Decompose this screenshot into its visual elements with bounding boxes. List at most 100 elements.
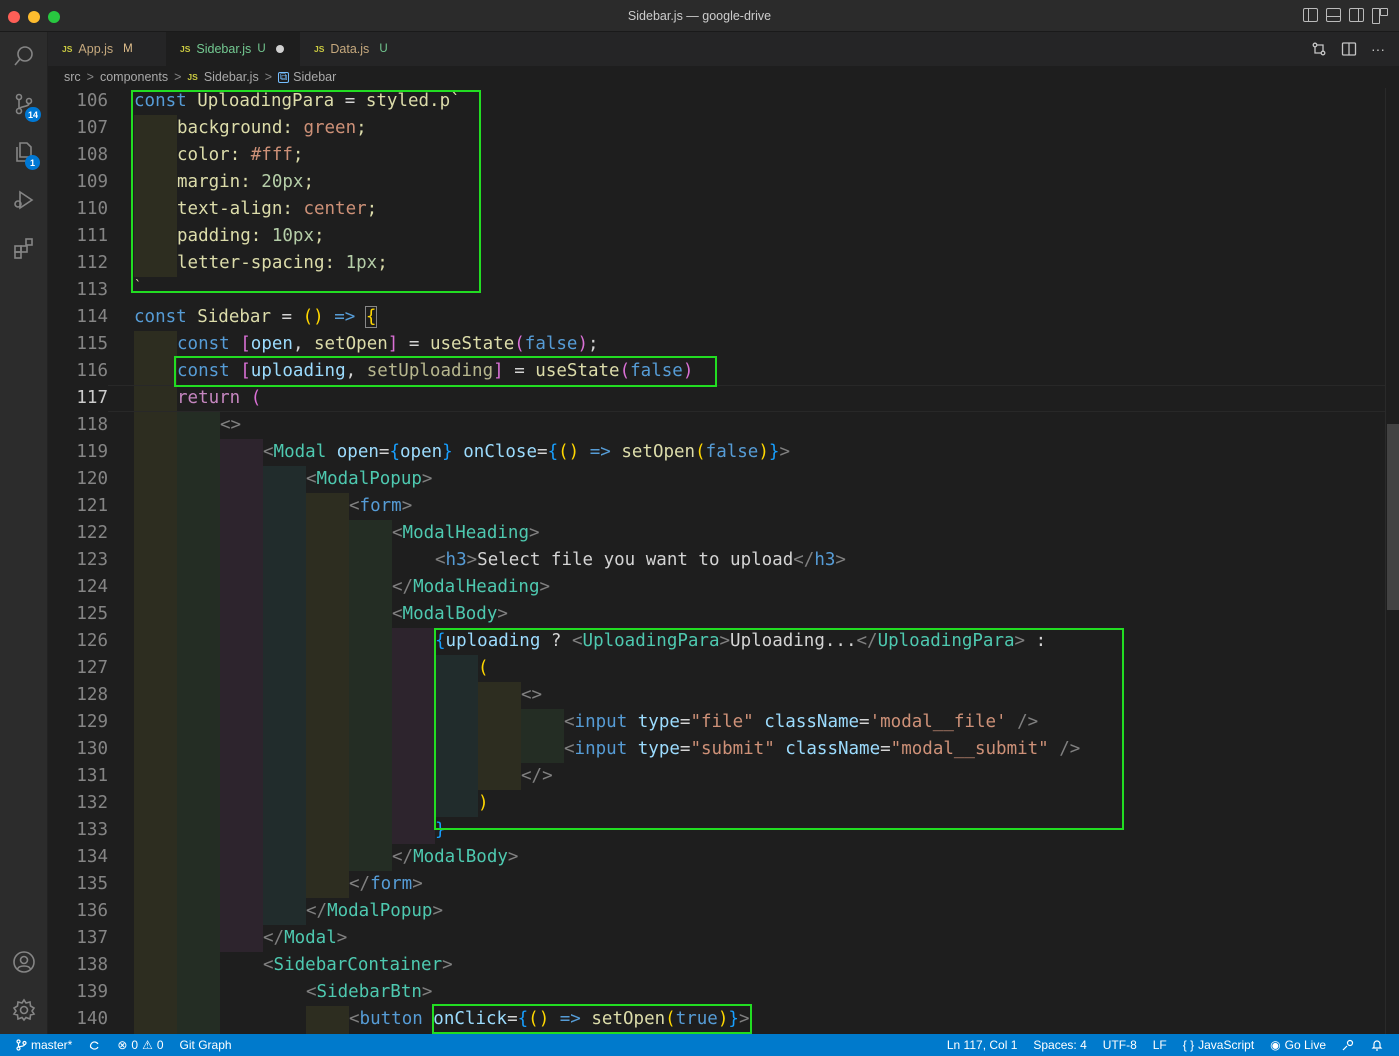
feedback-icon[interactable] <box>1334 1039 1363 1051</box>
toggle-primary-sidebar-icon[interactable] <box>1303 8 1318 22</box>
title-bar: Sidebar.js — google-drive <box>0 0 1399 32</box>
eol-status[interactable]: LF <box>1145 1038 1175 1052</box>
line-number: 109 <box>76 172 108 192</box>
code-line: 122 <ModalHeading> <box>48 520 1385 547</box>
notifications-bell-icon[interactable] <box>1363 1039 1391 1051</box>
code-line: 118 <> <box>48 412 1385 439</box>
open-changes-icon[interactable] <box>1311 41 1327 60</box>
go-live-button[interactable]: ◉ Go Live <box>1262 1038 1334 1052</box>
extensions-icon[interactable] <box>0 224 48 272</box>
branch-name: master* <box>31 1038 73 1052</box>
code-text: <Modal open={open} onClose={() => setOpe… <box>263 442 790 462</box>
tab-sidebar-js[interactable]: JS Sidebar.js U <box>166 32 300 66</box>
search-icon[interactable] <box>0 32 48 80</box>
encoding-status[interactable]: UTF-8 <box>1095 1038 1145 1052</box>
line-number: 127 <box>76 658 108 678</box>
indentation-status[interactable]: Spaces: 4 <box>1025 1038 1094 1052</box>
unsaved-changes-dot-icon[interactable] <box>275 45 284 53</box>
git-graph-button[interactable]: Git Graph <box>172 1038 240 1052</box>
code-line: 125 <ModalBody> <box>48 601 1385 628</box>
split-editor-icon[interactable] <box>1341 41 1357 60</box>
editor-scrollbar[interactable] <box>1385 88 1399 1034</box>
line-number: 131 <box>76 766 108 786</box>
toggle-secondary-sidebar-icon[interactable] <box>1349 8 1364 22</box>
code-text: <> <box>220 415 242 435</box>
code-line: 137 </Modal> <box>48 925 1385 952</box>
code-line: 134 </ModalBody> <box>48 844 1385 871</box>
tab-data-js[interactable]: JS Data.js U <box>300 32 420 66</box>
git-branch-icon <box>16 1039 27 1051</box>
activity-bar: 14 1 <box>0 32 48 1034</box>
scrollbar-thumb[interactable] <box>1387 424 1399 610</box>
line-number: 114 <box>76 307 108 327</box>
breadcrumb-item-src[interactable]: src <box>64 70 81 84</box>
chevron-right-icon: > <box>86 70 94 84</box>
editor-tab-bar: JS App.js M JS Sidebar.js U JS Data.js U… <box>48 32 1399 66</box>
line-number: 129 <box>76 712 108 732</box>
breadcrumb: src > components > JS Sidebar.js > ⧉ Sid… <box>48 66 1399 88</box>
code-line: 115 const [open, setOpen] = useState(fal… <box>48 331 1385 358</box>
source-control-icon[interactable]: 14 <box>0 80 48 128</box>
line-number: 130 <box>76 739 108 759</box>
code-text: <SidebarContainer> <box>263 955 453 975</box>
branch-status[interactable]: master* <box>8 1038 80 1052</box>
javascript-file-icon: JS <box>187 72 198 82</box>
breadcrumb-item-file[interactable]: Sidebar.js <box>204 70 259 84</box>
error-icon: ⊗ <box>117 1038 128 1052</box>
customize-layout-icon[interactable] <box>1372 8 1388 24</box>
line-number: 128 <box>76 685 108 705</box>
line-number: 116 <box>76 361 108 381</box>
tab-app-js[interactable]: JS App.js M <box>48 32 166 66</box>
code-text: </ModalBody> <box>392 847 519 867</box>
run-debug-icon[interactable] <box>0 176 48 224</box>
code-line: 120 <ModalPopup> <box>48 466 1385 493</box>
code-line: 114 const Sidebar = () => { <box>48 304 1385 331</box>
cursor-position[interactable]: Ln 117, Col 1 <box>939 1038 1026 1052</box>
code-text: return ( <box>177 388 262 408</box>
code-line: 119 <Modal open={open} onClose={() => se… <box>48 439 1385 466</box>
accounts-icon[interactable] <box>0 938 48 986</box>
sync-icon[interactable] <box>80 1040 109 1051</box>
line-number: 115 <box>76 334 108 354</box>
line-number: 126 <box>76 631 108 651</box>
line-number: 106 <box>76 91 108 111</box>
line-number: 108 <box>76 145 108 165</box>
warning-icon: ⚠ <box>142 1038 153 1052</box>
code-editor[interactable]: 106 const UploadingPara = styled.p` 107 … <box>48 88 1385 1034</box>
line-number: 124 <box>76 577 108 597</box>
manage-gear-icon[interactable] <box>0 986 48 1034</box>
warning-count: 0 <box>156 1038 164 1052</box>
go-live-label: Go Live <box>1284 1038 1326 1052</box>
chevron-right-icon: > <box>264 70 273 84</box>
code-text: </ModalPopup> <box>306 901 443 921</box>
code-text: <ModalBody> <box>392 604 508 624</box>
javascript-file-icon: JS <box>180 44 191 54</box>
braces-icon: { } <box>1182 1038 1195 1052</box>
broadcast-icon: ◉ <box>1270 1038 1281 1052</box>
explorer-badge: 1 <box>25 155 40 170</box>
line-number: 136 <box>76 901 108 921</box>
code-line: 121 <form> <box>48 493 1385 520</box>
language-mode[interactable]: { } JavaScript <box>1175 1038 1262 1052</box>
line-number: 133 <box>76 820 108 840</box>
breadcrumb-item-symbol[interactable]: Sidebar <box>293 70 336 84</box>
highlight-box-use-state <box>174 356 717 387</box>
code-text: <SidebarBtn> <box>306 982 433 1002</box>
code-text: const [open, setOpen] = useState(false); <box>177 334 599 354</box>
code-text: <form> <box>349 496 413 516</box>
chevron-right-icon: > <box>174 70 182 84</box>
symbol-variable-icon: ⧉ <box>278 71 290 83</box>
explorer-icon[interactable]: 1 <box>0 128 48 176</box>
breadcrumb-item-components[interactable]: components <box>100 70 168 84</box>
toggle-panel-icon[interactable] <box>1326 8 1341 22</box>
line-number: 110 <box>76 199 108 219</box>
line-number: 137 <box>76 928 108 948</box>
line-number: 121 <box>76 496 108 516</box>
problems-status[interactable]: ⊗ 0 ⚠ 0 <box>109 1038 171 1052</box>
more-actions-icon[interactable]: ··· <box>1371 41 1385 60</box>
tab-label: Sidebar.js <box>196 42 252 56</box>
highlight-box-conditional <box>434 628 1124 830</box>
code-line: 124 </ModalHeading> <box>48 574 1385 601</box>
line-number: 140 <box>76 1009 108 1029</box>
code-text: const Sidebar = () => { <box>134 306 378 328</box>
